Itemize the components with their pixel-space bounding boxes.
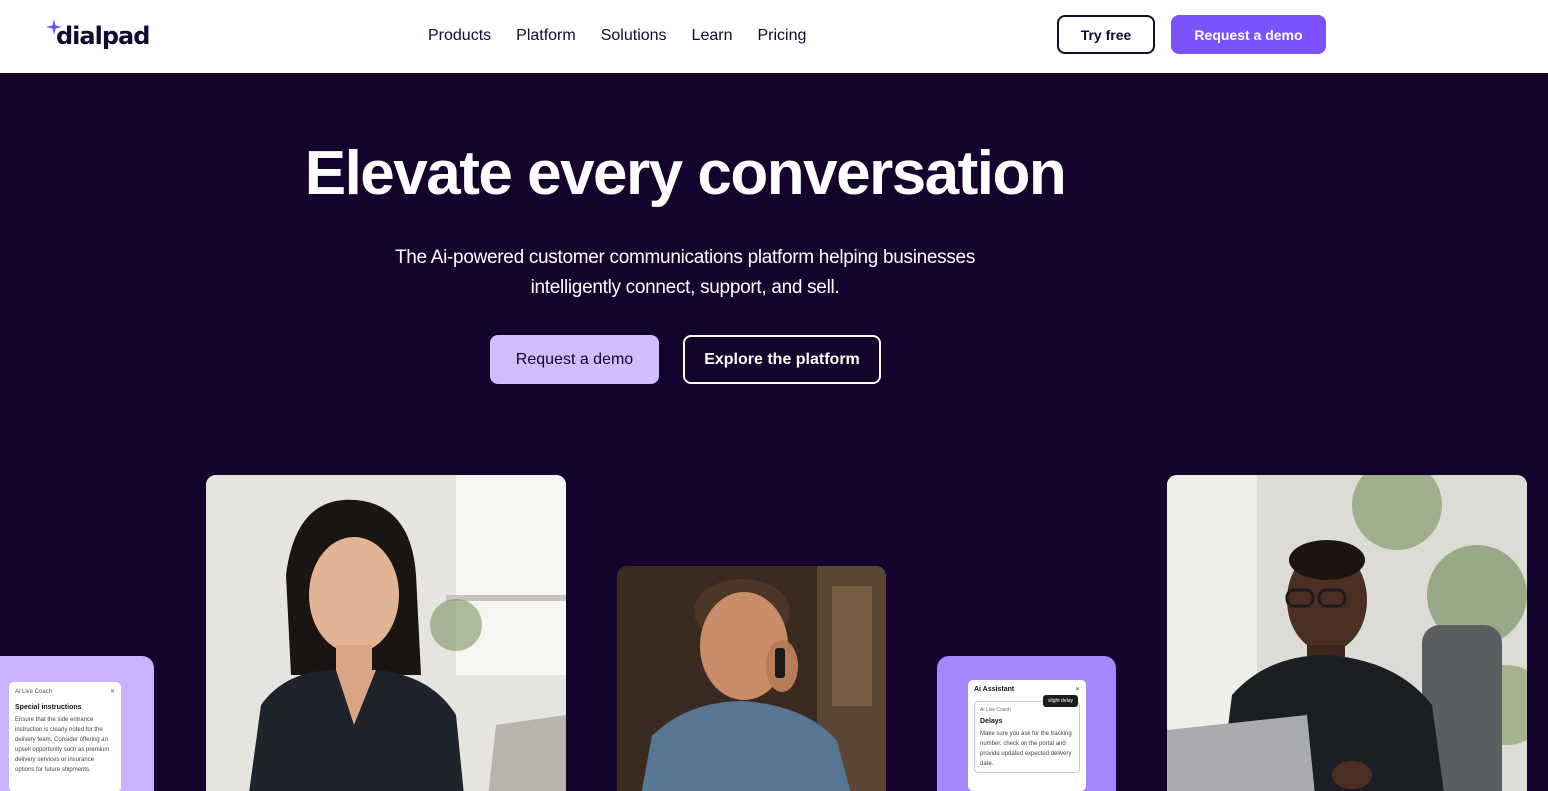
photo-man-phone: [617, 566, 886, 791]
nav-solutions[interactable]: Solutions: [601, 24, 667, 48]
close-icon[interactable]: ✕: [110, 687, 115, 697]
status-badge: slight delay: [1042, 695, 1078, 707]
close-icon[interactable]: ✕: [1075, 685, 1080, 695]
panel-body: Ensure that the side entrance instructio…: [15, 717, 110, 773]
nav-learn[interactable]: Learn: [692, 24, 733, 48]
request-demo-button[interactable]: Request a demo: [490, 335, 659, 384]
nav-pricing[interactable]: Pricing: [757, 24, 806, 48]
sparkle-icon: [46, 19, 62, 35]
nav-platform[interactable]: Platform: [516, 24, 576, 48]
ai-assistant-panel: Ai Assistant ✕ slight delay Ai Live Coac…: [968, 680, 1086, 791]
explore-platform-button[interactable]: Explore the platform: [683, 335, 881, 384]
photo-man-glasses: [1167, 475, 1527, 791]
request-demo-header-button[interactable]: Request a demo: [1171, 15, 1326, 54]
hero-title: Elevate every conversation: [304, 139, 1067, 208]
main-nav: Products Platform Solutions Learn Pricin…: [428, 24, 806, 48]
suggestion-body: Make sure you ask for the tracking numbe…: [980, 731, 1072, 767]
dialpad-logo[interactable]: dialpad: [46, 19, 150, 53]
hero-section: Elevate every conversation The Ai-powere…: [0, 73, 1548, 791]
hero-subtitle: The Ai-powered customer communications p…: [394, 247, 976, 298]
panel-header: Ai Live Coach: [15, 689, 53, 695]
nav-products[interactable]: Products: [428, 24, 491, 48]
photo-woman-laptop: [206, 475, 566, 791]
try-free-button[interactable]: Try free: [1057, 15, 1155, 54]
coach-suggestion: Ai Live Coach Delays Make sure you ask f…: [974, 701, 1080, 773]
panel-title: Special instructions: [15, 704, 82, 711]
panel-header: Ai Assistant: [974, 686, 1015, 693]
ai-live-coach-panel: Ai Live Coach ✕ Special instructions Ens…: [9, 682, 121, 791]
suggestion-title: Delays: [980, 718, 1003, 725]
site-header: dialpad Products Platform Solutions Lear…: [0, 0, 1548, 73]
